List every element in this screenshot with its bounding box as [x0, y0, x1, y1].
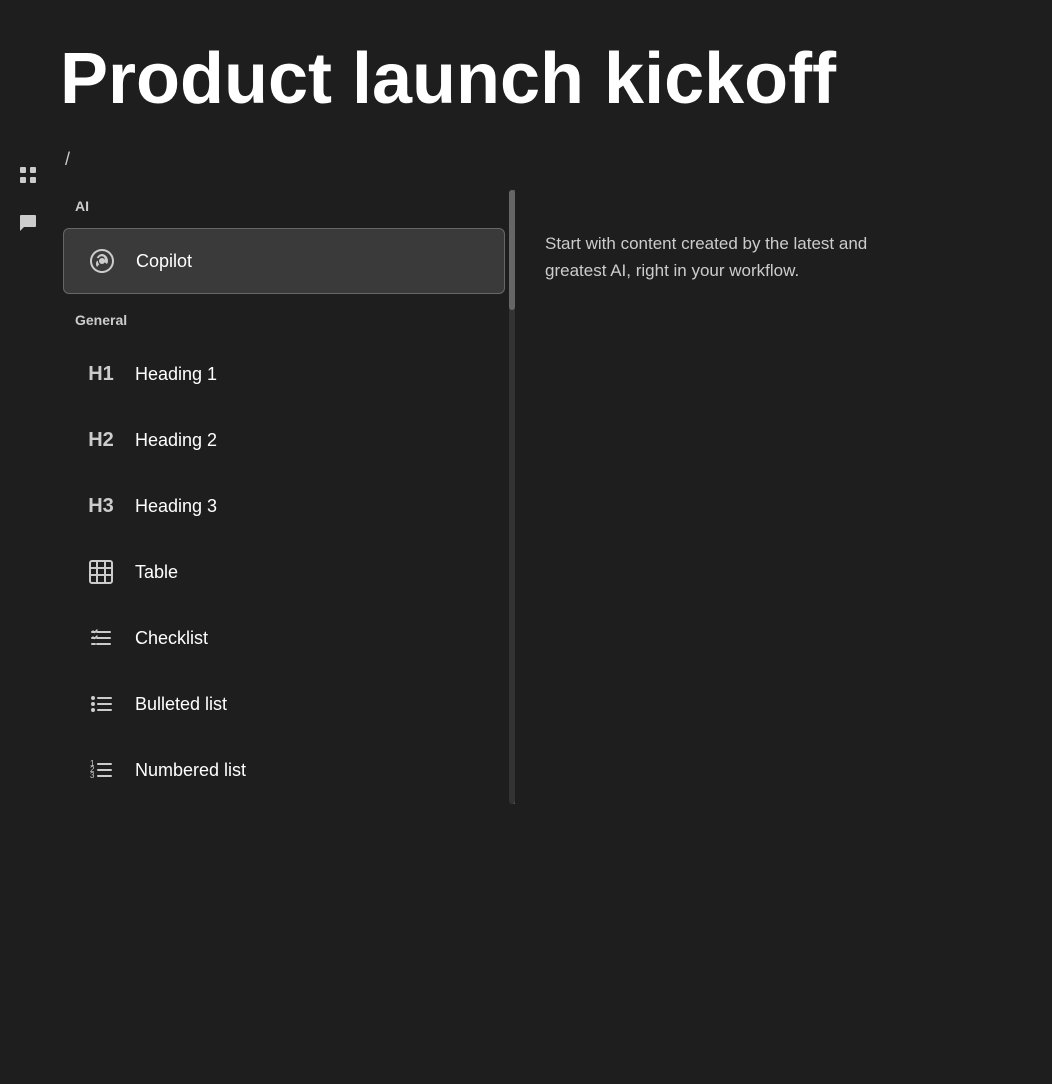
page-title: Product launch kickoff	[0, 0, 1052, 149]
chat-icon[interactable]	[12, 207, 44, 239]
table-icon	[83, 554, 119, 590]
heading3-label: Heading 3	[135, 496, 217, 517]
numbered-list-icon: 1 2 3	[83, 752, 119, 788]
general-section-label: General	[55, 304, 513, 340]
heading2-menu-item[interactable]: H2 Heading 2	[63, 408, 505, 472]
bulleted-list-icon	[83, 686, 119, 722]
ai-section-label: AI	[55, 190, 513, 226]
table-menu-item[interactable]: Table	[63, 540, 505, 604]
svg-text:3: 3	[90, 771, 95, 780]
breadcrumb: /	[55, 149, 70, 170]
heading3-menu-item[interactable]: H3 Heading 3	[63, 474, 505, 538]
table-label: Table	[135, 562, 178, 583]
heading1-icon: H1	[83, 356, 119, 392]
heading1-label: Heading 1	[135, 364, 217, 385]
item-description: Start with content created by the latest…	[515, 190, 935, 804]
checklist-icon	[83, 620, 119, 656]
bulleted-list-label: Bulleted list	[135, 694, 227, 715]
heading2-icon: H2	[83, 422, 119, 458]
heading1-menu-item[interactable]: H1 Heading 1	[63, 342, 505, 406]
grid-icon[interactable]	[12, 159, 44, 191]
heading3-icon: H3	[83, 488, 119, 524]
copilot-label: Copilot	[136, 251, 192, 272]
checklist-label: Checklist	[135, 628, 208, 649]
checklist-menu-item[interactable]: Checklist	[63, 606, 505, 670]
numbered-list-label: Numbered list	[135, 760, 246, 781]
heading2-label: Heading 2	[135, 430, 217, 451]
scrollbar-track[interactable]	[509, 190, 515, 804]
numbered-list-menu-item[interactable]: 1 2 3 Numbered list	[63, 738, 505, 802]
copilot-menu-item[interactable]: Copilot	[63, 228, 505, 294]
copilot-icon	[84, 243, 120, 279]
bulleted-list-menu-item[interactable]: Bulleted list	[63, 672, 505, 736]
scrollbar-thumb[interactable]	[509, 190, 515, 310]
